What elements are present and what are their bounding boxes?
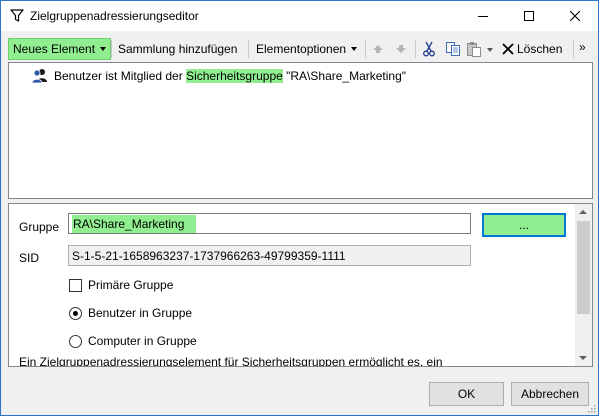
close-icon [570,11,580,21]
toolbar-separator [573,40,574,58]
group-value: RA\Share_Marketing [72,214,197,233]
paste-dropdown-arrow-icon[interactable] [487,48,493,52]
browse-group-label: ... [518,218,529,232]
radio-button [69,334,82,348]
toolbar-separator [415,40,416,58]
new-element-button[interactable]: Neues Element [8,38,112,60]
scrollbar-thumb[interactable] [577,221,590,314]
properties-scrollbar[interactable] [575,204,592,366]
maximize-icon [524,11,534,21]
radio-users-label: Benutzer in Gruppe [88,306,193,320]
scroll-down-arrow-icon[interactable] [579,356,587,360]
sid-label: SID [19,251,40,265]
properties-panel: Gruppe RA\Share_Marketing ... SID S-1-5-… [8,203,593,367]
delete-icon[interactable] [500,41,516,57]
radio-computers-label: Computer in Gruppe [88,334,197,348]
toolbar-separator [111,40,112,58]
browse-group-button[interactable]: ... [482,213,566,237]
primary-group-label: Primäre Gruppe [88,278,174,292]
toolbar: Neues Element Sammlung hinzufügen Elemen… [1,37,598,62]
ok-label: OK [457,387,476,401]
new-element-label: Neues Element [13,42,96,56]
add-collection-button[interactable]: Sammlung hinzufügen [114,38,241,60]
primary-group-checkbox[interactable]: Primäre Gruppe [69,278,173,292]
sid-value: S-1-5-21-1658963237-1737966263-49799359-… [72,248,346,263]
description-text: Ein Zielgruppenadressierungselement für … [19,355,443,367]
group-label: Gruppe [19,220,60,234]
close-button[interactable] [552,1,598,31]
scroll-up-arrow-icon[interactable] [579,210,587,214]
toolbar-separator [365,40,366,58]
delete-button[interactable]: Löschen [515,38,566,60]
title-bar[interactable]: Zielgruppenadressierungseditor [1,1,598,31]
minimize-button[interactable] [460,1,506,31]
cut-icon[interactable] [421,41,437,57]
toolbar-separator [248,40,249,58]
checkbox-box [69,278,82,292]
dropdown-arrow-icon [351,47,358,51]
add-collection-label: Sammlung hinzufügen [118,42,238,56]
radio-users-in-group[interactable]: Benutzer in Gruppe [69,306,192,320]
element-options-label: Elementoptionen [256,42,347,56]
paste-icon[interactable] [466,41,482,57]
targeting-item-text-suffix: "RA\Share_Marketing" [282,68,407,83]
radio-computers-in-group[interactable]: Computer in Gruppe [69,334,197,348]
window-title: Zielgruppenadressierungseditor [30,9,199,23]
targeting-item-security-group[interactable]: Benutzer ist Mitglied der Sicherheitsgru… [31,67,406,84]
group-input[interactable]: RA\Share_Marketing [68,213,471,234]
targeting-item-text-prefix: Benutzer ist Mitglied der [54,68,187,83]
targeting-items-list[interactable]: Benutzer ist Mitglied der Sicherheitsgru… [8,62,593,199]
copy-icon[interactable] [445,41,461,57]
user-group-icon [31,69,47,84]
filter-icon [10,9,24,22]
delete-label: Löschen [517,42,563,56]
move-up-icon[interactable] [370,41,386,57]
targeting-item-text-highlight: Sicherheitsgruppe [186,68,283,83]
element-options-button[interactable]: Elementoptionen [252,38,361,60]
overflow-chevron-icon: » [579,40,586,54]
cancel-label: Abbrechen [520,387,580,401]
cancel-button[interactable]: Abbrechen [511,382,589,406]
maximize-button[interactable] [506,1,552,31]
resize-grip-icon[interactable] [586,403,596,413]
move-down-icon[interactable] [393,41,409,57]
radio-button-selected [69,306,82,320]
targeting-editor-window: Zielgruppenadressierungseditor Neues Ele… [0,0,599,416]
minimize-icon [478,16,488,17]
dropdown-arrow-icon [100,47,107,51]
toolbar-overflow-button[interactable]: » [579,36,586,58]
sid-field: S-1-5-21-1658963237-1737966263-49799359-… [68,245,471,266]
ok-button[interactable]: OK [429,382,504,406]
